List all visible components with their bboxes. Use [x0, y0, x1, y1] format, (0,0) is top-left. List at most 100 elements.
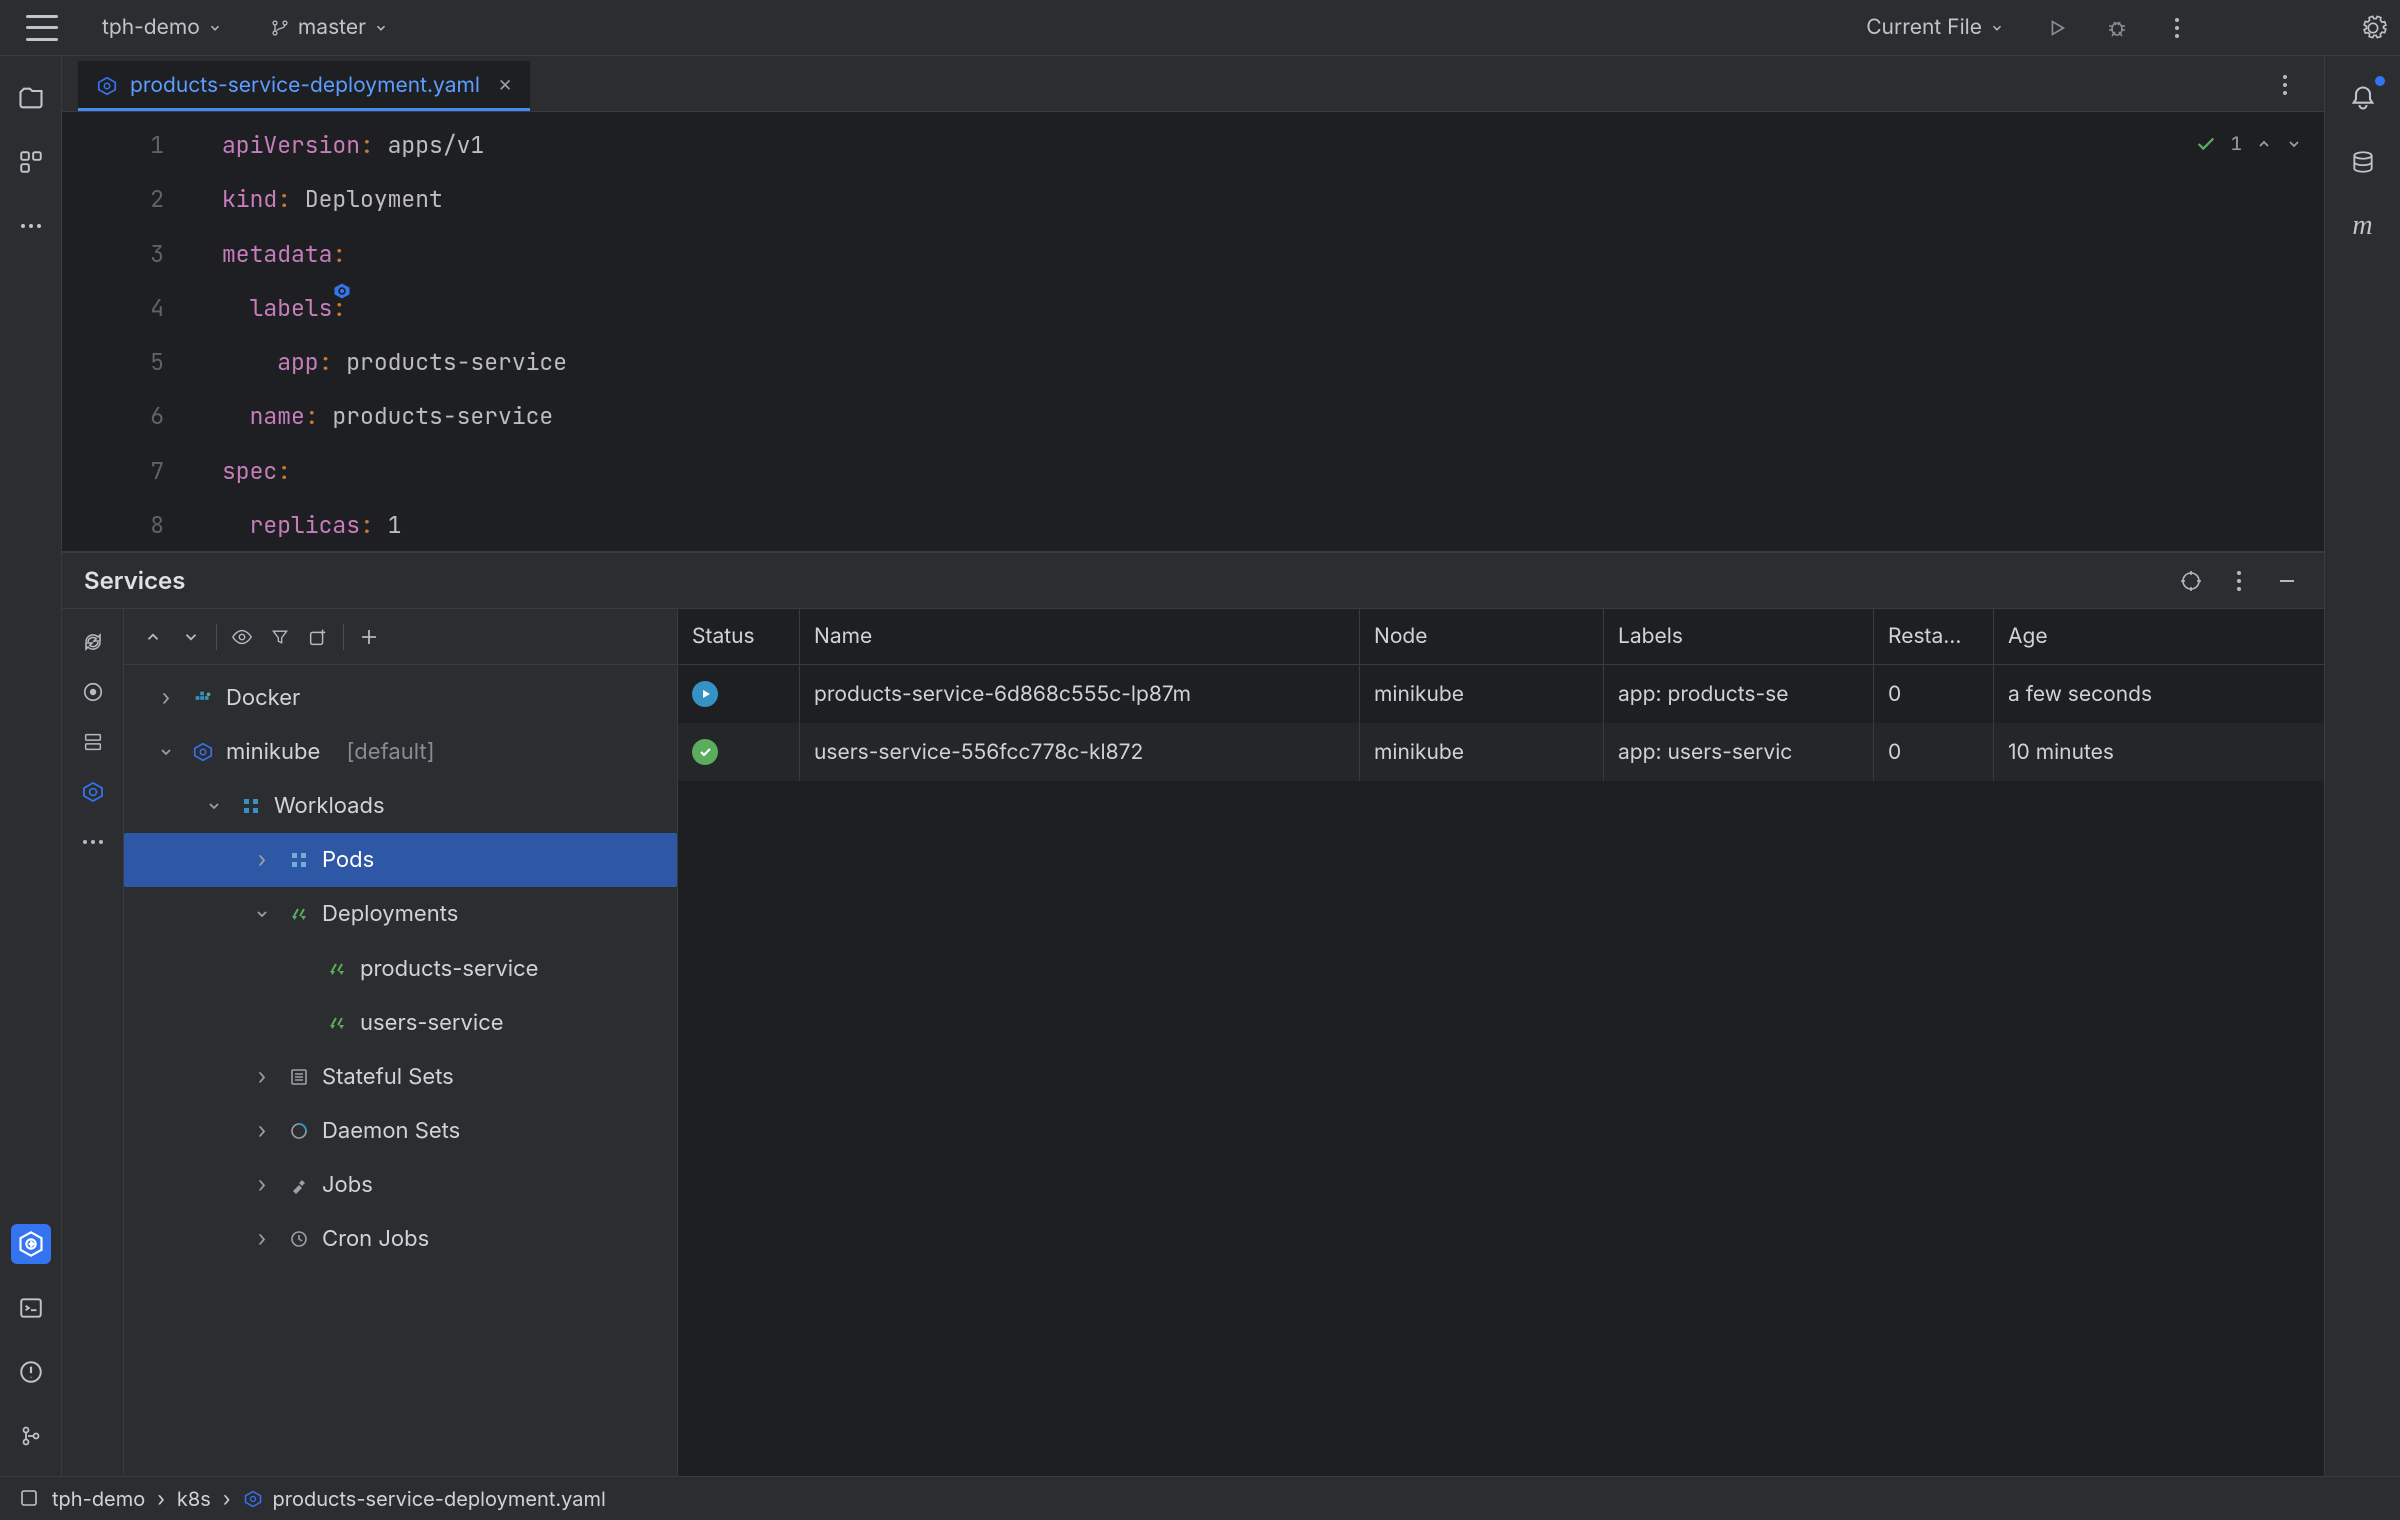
tree-node-jobs[interactable]: ›Jobs [124, 1158, 677, 1212]
git-branch-switcher[interactable]: master [262, 11, 396, 44]
services-panel-header: Services [62, 552, 2324, 608]
tree-node-cluster[interactable]: minikube [default] [124, 725, 677, 779]
project-switcher[interactable]: tph-demo [94, 11, 230, 44]
add-icon[interactable] [352, 620, 386, 654]
tree-node-cronjobs[interactable]: ›Cron Jobs [124, 1212, 677, 1266]
notifications-icon[interactable] [2343, 78, 2383, 118]
tree-node-deployment-item[interactable]: users-service [124, 996, 677, 1050]
deployment-icon [324, 1010, 350, 1036]
services-title: Services [84, 566, 185, 595]
tree-toolbar [124, 609, 677, 665]
more-actions-button[interactable] [2162, 13, 2192, 43]
problems-count: 1 [2231, 122, 2242, 167]
more-icon[interactable] [78, 827, 108, 857]
checkmark-icon [2195, 133, 2217, 155]
terminal-tool-icon[interactable] [11, 1288, 51, 1328]
gutter-k8s-icon[interactable] [332, 281, 352, 301]
editor-inspection-widget[interactable]: 1 [2195, 122, 2302, 167]
show-icon[interactable] [225, 620, 259, 654]
module-icon [20, 1489, 40, 1509]
target-icon[interactable] [2176, 566, 2206, 596]
services-inner-rail [62, 609, 124, 1476]
stateful-icon [286, 1064, 312, 1090]
project-tool-icon[interactable] [11, 78, 51, 118]
run-config-selector[interactable]: Current File [1858, 11, 2012, 44]
right-tool-rail: m [2324, 56, 2400, 1476]
kubernetes-file-icon [243, 1489, 263, 1509]
database-icon[interactable] [2343, 142, 2383, 182]
chevron-right-icon: › [223, 1487, 231, 1511]
chevron-up-icon[interactable] [2256, 136, 2272, 152]
server-icon[interactable] [78, 727, 108, 757]
breadcrumb-item[interactable]: tph-demo [52, 1487, 145, 1511]
th-status[interactable]: Status [678, 609, 800, 664]
clock-icon [286, 1226, 312, 1252]
run-config-label: Current File [1866, 15, 1982, 40]
structure-tool-icon[interactable] [11, 142, 51, 182]
pods-icon [286, 847, 312, 873]
code-editor[interactable]: 1 1 2 3 4 5 6 7 8 apiVersion: apps/v1 ki… [62, 112, 2324, 552]
more-tools-icon[interactable] [11, 206, 51, 246]
daemon-icon [286, 1118, 312, 1144]
expand-all-icon[interactable] [136, 620, 170, 654]
services-tool-icon[interactable] [11, 1224, 51, 1264]
branch-name: master [298, 15, 366, 40]
panel-options-icon[interactable] [2224, 566, 2254, 596]
close-tab-icon[interactable]: ✕ [498, 76, 512, 96]
settings-gear-icon[interactable] [2358, 13, 2388, 43]
tab-more-icon[interactable] [2270, 70, 2300, 100]
chevron-down-icon[interactable] [2286, 136, 2302, 152]
docker-icon [190, 685, 216, 711]
debug-button[interactable] [2102, 13, 2132, 43]
table-header: Status Name Node Labels Resta… Age [678, 609, 2324, 665]
cell-labels: app: users-servic [1604, 723, 1874, 781]
table-row[interactable]: products-service-6d868c555c-lp87m miniku… [678, 665, 2324, 723]
status-ready-icon [692, 739, 718, 765]
breadcrumb-item[interactable]: products-service-deployment.yaml [243, 1487, 606, 1511]
th-node[interactable]: Node [1360, 609, 1604, 664]
cell-age: a few seconds [1994, 665, 2324, 723]
vcs-tool-icon[interactable] [11, 1416, 51, 1456]
filter-icon[interactable] [263, 620, 297, 654]
tree-node-deployments[interactable]: Deployments [124, 887, 677, 941]
kubernetes-icon[interactable] [78, 777, 108, 807]
pods-table: Status Name Node Labels Resta… Age produ… [678, 609, 2324, 1476]
th-restarts[interactable]: Resta… [1874, 609, 1994, 664]
deployment-icon [324, 956, 350, 982]
chevron-right-icon: › [157, 1487, 165, 1511]
th-labels[interactable]: Labels [1604, 609, 1874, 664]
chevron-down-icon [374, 21, 388, 35]
cell-age: 10 minutes [1994, 723, 2324, 781]
problems-tool-icon[interactable] [11, 1352, 51, 1392]
tree-node-deployment-item[interactable]: products-service [124, 942, 677, 996]
branch-icon [270, 18, 290, 38]
project-name: tph-demo [102, 15, 200, 40]
th-age[interactable]: Age [1994, 609, 2324, 664]
left-tool-rail [0, 56, 62, 1476]
hamburger-menu-icon[interactable] [26, 15, 58, 41]
tree-node-docker[interactable]: ›Docker [124, 671, 677, 725]
tree-node-workloads[interactable]: Workloads [124, 779, 677, 833]
collapse-all-icon[interactable] [174, 620, 208, 654]
chevron-down-icon [1990, 21, 2004, 35]
refresh-icon[interactable] [78, 627, 108, 657]
stop-circle-icon[interactable] [78, 677, 108, 707]
table-row[interactable]: users-service-556fcc778c-kl872 minikube … [678, 723, 2324, 781]
deployment-icon [286, 901, 312, 927]
cell-name: users-service-556fcc778c-kl872 [800, 723, 1360, 781]
cell-labels: app: products-se [1604, 665, 1874, 723]
cell-restarts: 0 [1874, 723, 1994, 781]
breadcrumb-item[interactable]: k8s [177, 1487, 211, 1511]
maven-tool-icon[interactable]: m [2343, 206, 2383, 246]
editor-tab[interactable]: products-service-deployment.yaml ✕ [78, 61, 530, 111]
tree-node-pods[interactable]: ›Pods [124, 833, 677, 887]
new-session-icon[interactable] [301, 620, 335, 654]
tree-node-statefulsets[interactable]: ›Stateful Sets [124, 1050, 677, 1104]
tree-node-daemonsets[interactable]: ›Daemon Sets [124, 1104, 677, 1158]
minimize-icon[interactable] [2272, 566, 2302, 596]
run-button[interactable] [2042, 13, 2072, 43]
cell-name: products-service-6d868c555c-lp87m [800, 665, 1360, 723]
breadcrumb-bar: tph-demo › k8s › products-service-deploy… [0, 1476, 2400, 1520]
th-name[interactable]: Name [800, 609, 1360, 664]
status-running-icon [692, 681, 718, 707]
